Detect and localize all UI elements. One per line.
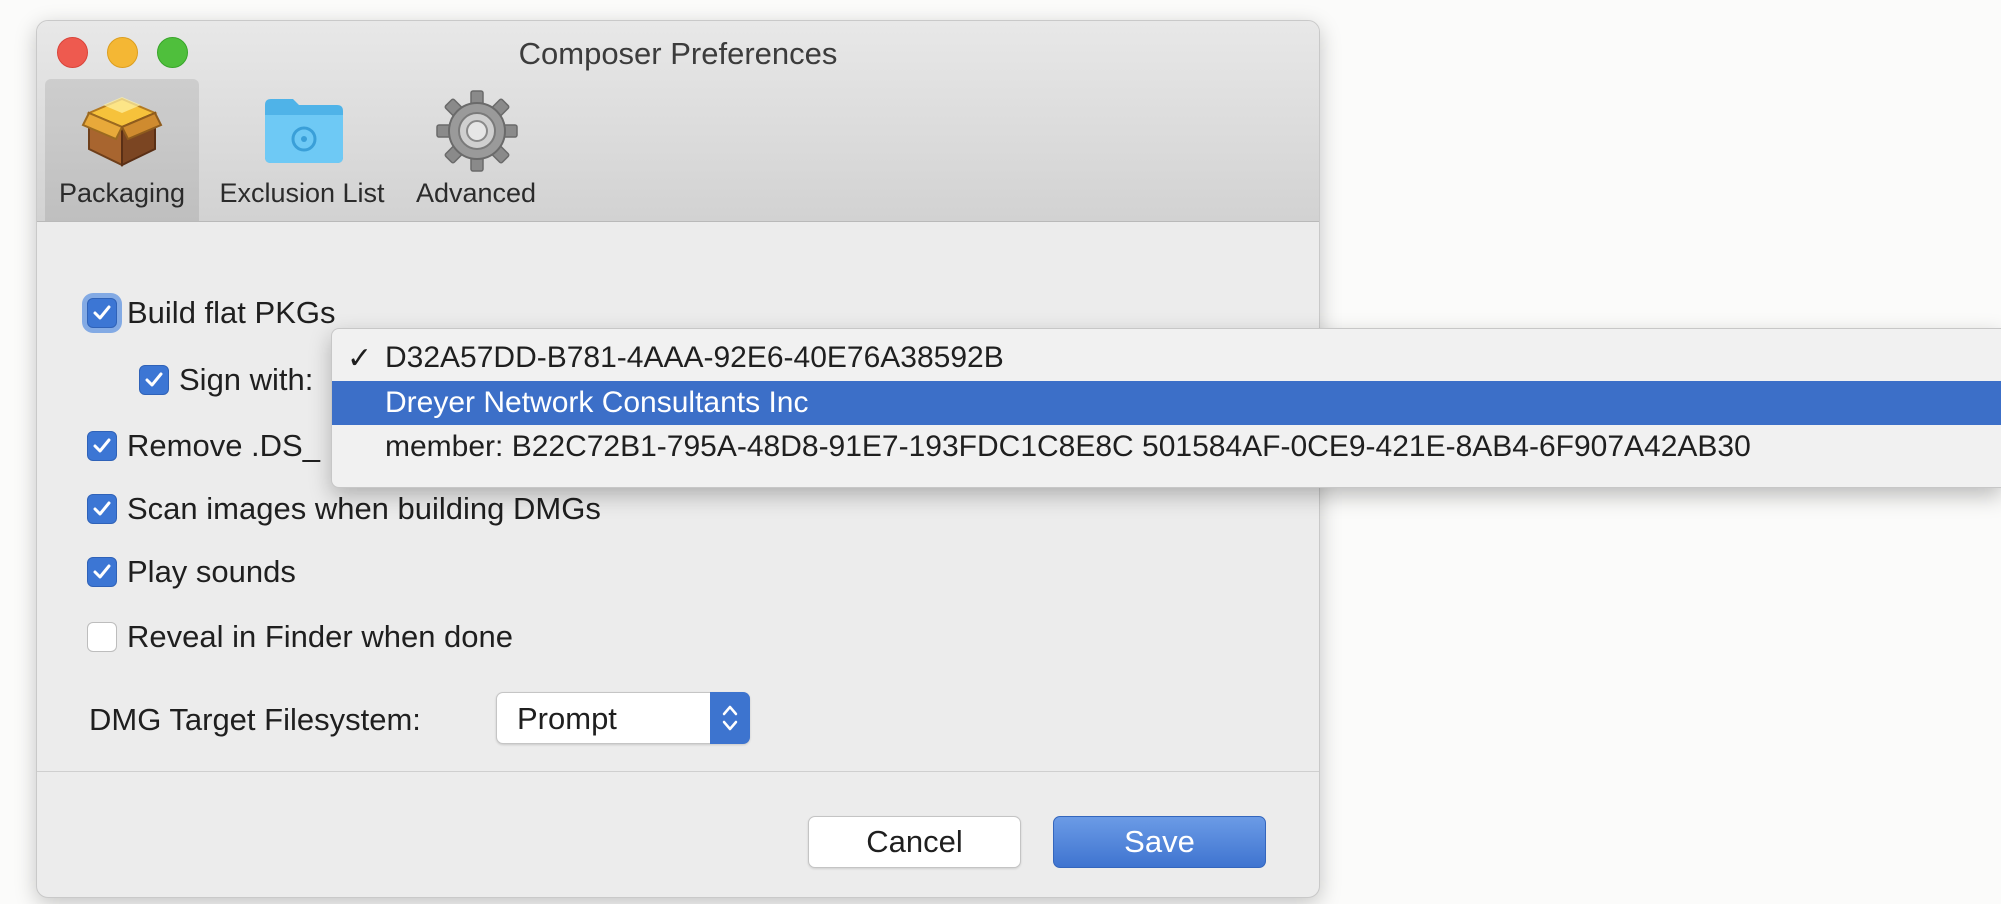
menu-item-label: member: B22C72B1-795A-48D8-91E7-193FDC1C… bbox=[385, 430, 1751, 463]
package-box-icon bbox=[81, 87, 163, 174]
sign-with-option[interactable]: Sign with: bbox=[139, 362, 313, 398]
checkmark-icon bbox=[93, 305, 111, 320]
play-sounds-option[interactable]: Play sounds bbox=[87, 554, 296, 590]
cancel-button[interactable]: Cancel bbox=[808, 816, 1021, 868]
tab-exclusion-list[interactable]: Exclusion List bbox=[207, 79, 397, 221]
menu-item-label: D32A57DD-B781-4AAA-92E6-40E76A38592B bbox=[385, 341, 1004, 374]
dmg-target-value: Prompt bbox=[517, 701, 617, 736]
sign-with-checkbox[interactable] bbox=[139, 365, 169, 395]
play-sounds-checkbox[interactable] bbox=[87, 557, 117, 587]
build-flat-pkgs-checkbox[interactable] bbox=[87, 298, 117, 328]
remove-ds-store-label: Remove .DS_ bbox=[127, 428, 320, 463]
tab-packaging-label: Packaging bbox=[58, 178, 186, 208]
preferences-toolbar: Composer Preferences Packaging Exclusion… bbox=[37, 21, 1319, 222]
reveal-in-finder-label: Reveal in Finder when done bbox=[127, 619, 514, 654]
checkmark-icon bbox=[93, 438, 111, 453]
scan-images-label: Scan images when building DMGs bbox=[127, 491, 601, 526]
remove-ds-store-option[interactable]: Remove .DS_ bbox=[87, 428, 320, 464]
checkmark-icon bbox=[93, 564, 111, 579]
tab-advanced-label: Advanced bbox=[415, 178, 537, 208]
scan-images-option[interactable]: Scan images when building DMGs bbox=[87, 491, 601, 527]
dmg-target-select[interactable]: Prompt bbox=[496, 692, 750, 744]
folder-icon bbox=[263, 95, 345, 170]
reveal-in-finder-option[interactable]: Reveal in Finder when done bbox=[87, 619, 513, 655]
build-flat-pkgs-option[interactable]: Build flat PKGs bbox=[87, 295, 335, 331]
sign-with-label: Sign with: bbox=[179, 362, 314, 397]
checkmark-icon bbox=[93, 501, 111, 516]
play-sounds-label: Play sounds bbox=[127, 554, 296, 589]
dmg-target-label: DMG Target Filesystem: bbox=[89, 702, 421, 737]
sign-with-dropdown-menu: ✓ D32A57DD-B781-4AAA-92E6-40E76A38592B D… bbox=[331, 328, 2001, 488]
up-down-chevron-icon bbox=[710, 692, 750, 744]
window-title: Composer Preferences bbox=[518, 36, 838, 71]
menu-item-member[interactable]: member: B22C72B1-795A-48D8-91E7-193FDC1C… bbox=[332, 425, 2001, 469]
build-flat-pkgs-label: Build flat PKGs bbox=[127, 295, 336, 330]
gear-icon bbox=[435, 89, 519, 178]
save-button[interactable]: Save bbox=[1053, 816, 1266, 868]
scan-images-checkbox[interactable] bbox=[87, 494, 117, 524]
tab-packaging[interactable]: Packaging bbox=[45, 79, 199, 221]
remove-ds-store-checkbox[interactable] bbox=[87, 431, 117, 461]
divider bbox=[37, 771, 1319, 772]
menu-item-label: Dreyer Network Consultants Inc bbox=[385, 386, 809, 419]
menu-item-dreyer-network[interactable]: Dreyer Network Consultants Inc bbox=[332, 381, 2001, 425]
reveal-in-finder-checkbox[interactable] bbox=[87, 622, 117, 652]
tab-advanced[interactable]: Advanced bbox=[401, 79, 551, 221]
checkmark-icon bbox=[145, 372, 163, 387]
tab-exclusion-list-label: Exclusion List bbox=[219, 178, 385, 208]
packaging-pane: Build flat PKGs Sign with: Remove .DS_ S… bbox=[37, 222, 1319, 897]
checkmark-icon: ✓ bbox=[347, 341, 373, 375]
menu-item-identity-d32a57dd[interactable]: ✓ D32A57DD-B781-4AAA-92E6-40E76A38592B bbox=[332, 336, 2001, 380]
